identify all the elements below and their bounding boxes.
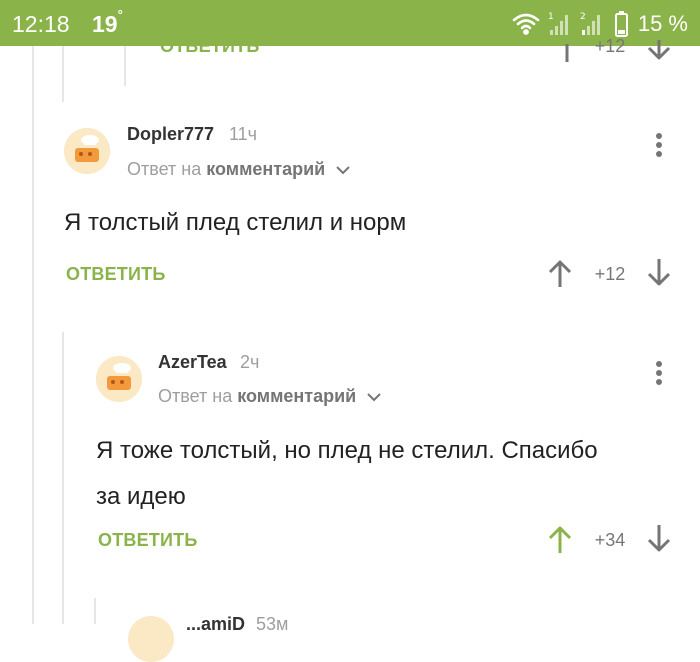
comment-author[interactable]: AzerTea [158,352,227,373]
more-options-icon[interactable] [653,133,665,163]
avatar[interactable] [64,128,110,174]
battery-icon [615,11,628,37]
thread-line [62,332,64,624]
comment-text: Я тоже толстый, но плед не стелил. Спаси… [96,437,598,510]
reply-to-link[interactable]: Ответ на комментарий [158,386,381,407]
reply-button[interactable]: ОТВЕТИТЬ [98,530,197,551]
more-options-icon[interactable] [653,361,665,391]
comment-time: 2ч [240,352,260,372]
upvote-icon[interactable] [546,258,574,288]
downvote-icon[interactable] [646,40,672,64]
comment-text: Я толстый плед стелил и норм [64,209,407,236]
chef-avatar-icon [96,356,142,402]
svg-text:1: 1 [548,12,554,22]
reply-to-link[interactable]: Ответ на комментарий [127,159,350,180]
avatar[interactable] [128,616,174,662]
comment-time: 53м [256,614,289,634]
reply-button[interactable]: ОТВЕТИТЬ [66,264,165,285]
status-temperature: 19° [92,7,123,37]
wifi-icon [512,13,540,35]
upvote-icon[interactable] [556,42,578,62]
thread-line [124,46,126,86]
signal-sim2-icon: 2 [580,12,600,35]
thread-line [62,46,64,102]
rating-value-partial: +12 [594,36,626,56]
thread-line [32,46,34,624]
svg-text:2: 2 [580,12,586,22]
comment-author[interactable]: Dopler777 [127,124,214,145]
rating-value: +34 [594,530,626,550]
thread-line [94,598,96,624]
comment-time: 11ч [229,124,258,144]
comment-author[interactable]: ...amiD [186,614,245,635]
status-time: 12:18 [12,11,70,37]
signal-sim1-icon: 1 [548,12,568,35]
upvote-icon-active[interactable] [546,524,574,554]
status-icons: 1 2 [512,11,628,37]
rating-value: +12 [594,264,626,284]
status-battery-percent: 15 % [637,11,688,36]
downvote-icon[interactable] [645,524,673,554]
avatar[interactable] [96,356,142,402]
reply-button-partial[interactable]: ОТВЕТИТЬ [160,36,259,57]
chef-avatar-icon [64,128,110,174]
downvote-icon[interactable] [645,258,673,288]
chevron-down-icon [367,393,381,402]
chevron-down-icon [336,166,350,175]
